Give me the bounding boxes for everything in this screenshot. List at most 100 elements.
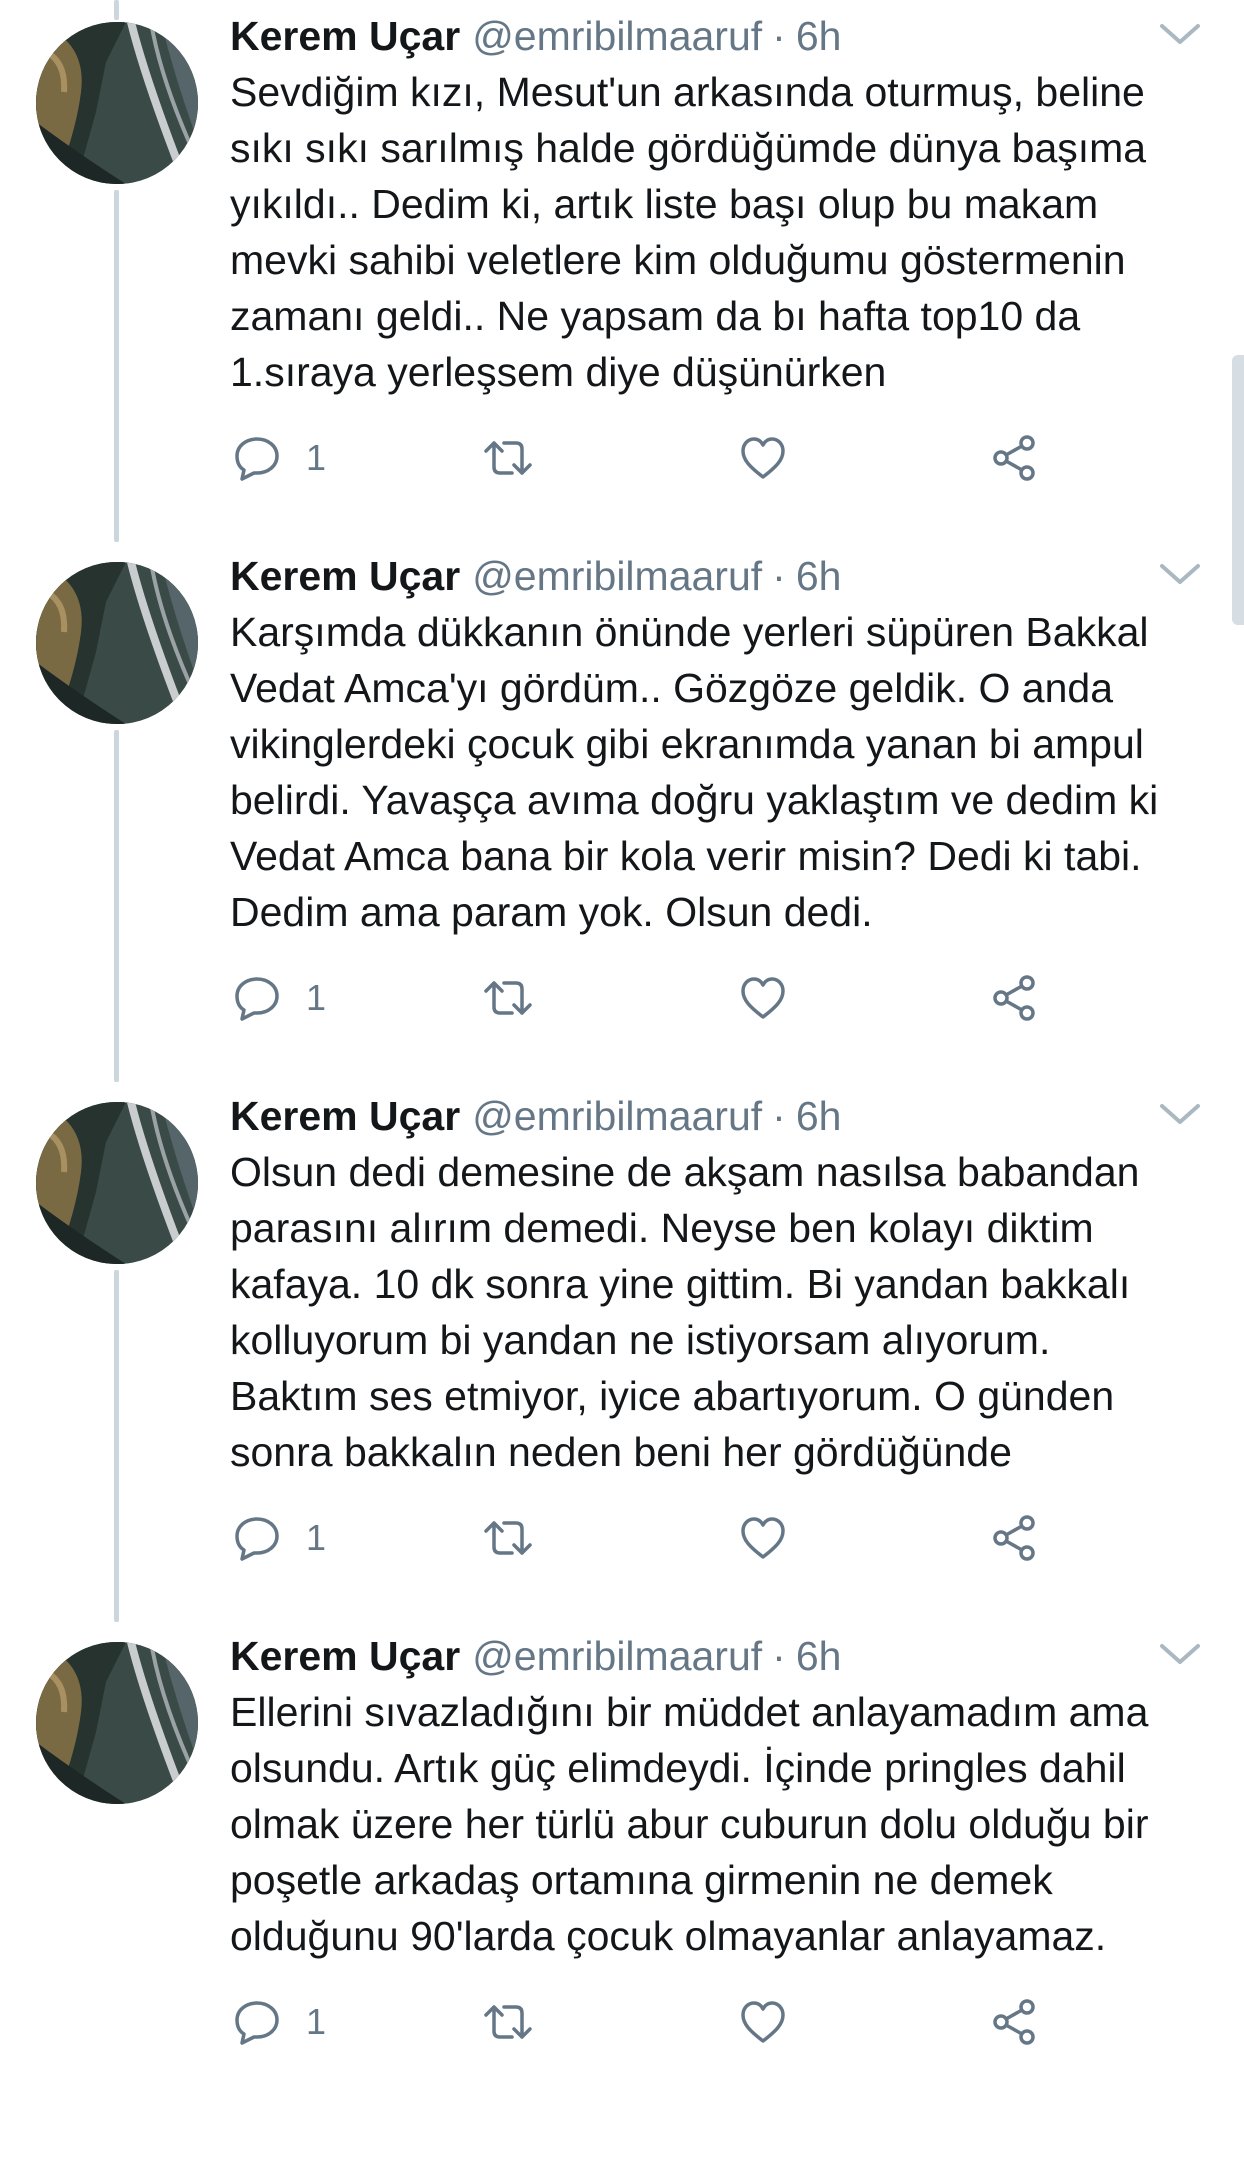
- tweet-actions: 1: [230, 1508, 1130, 1568]
- retweet-button[interactable]: [480, 968, 536, 1028]
- tweet-text-line: poşetle arkadaş ortamına girmenin ne dem…: [230, 1857, 1053, 1903]
- tweet-text-line: 1.sıraya yerleşsem diye düşünürken: [230, 349, 887, 395]
- tweet-text-line: vikinglerdeki çocuk gibi ekranımda yanan…: [230, 721, 1144, 767]
- like-button[interactable]: [738, 1508, 788, 1568]
- author-handle[interactable]: @emribilmaaruf: [472, 8, 762, 64]
- tweet-text-line: kafaya. 10 dk sonra yine gittim. Bi yand…: [230, 1261, 1131, 1307]
- author-name[interactable]: Kerem Uçar: [230, 1628, 460, 1684]
- author-name[interactable]: Kerem Uçar: [230, 1088, 460, 1144]
- separator-dot: ·: [772, 553, 786, 599]
- retweet-icon: [480, 433, 536, 483]
- tweet-header: Kerem Uçar @emribilmaaruf · 6h: [230, 8, 841, 64]
- tweet-text-line: sonra bakkalın neden beni her gördüğünde: [230, 1429, 1012, 1475]
- avatar[interactable]: [36, 1102, 198, 1264]
- retweet-icon: [480, 1513, 536, 1563]
- chevron-down-icon[interactable]: [1158, 20, 1202, 50]
- tweet-text-line: belirdi. Yavaşça avıma doğru yaklaştım v…: [230, 777, 1159, 823]
- tweet-text-line: olduğunu 90'larda çocuk olmayanlar anlay…: [230, 1913, 1107, 1959]
- reply-count: 1: [306, 437, 327, 478]
- scrollbar[interactable]: [1232, 355, 1244, 625]
- heart-icon: [738, 433, 788, 483]
- tweet-text-line: parasını alırım demedi. Neyse ben kolayı…: [230, 1205, 1094, 1251]
- tweet-text-line: Sevdiğim kızı, Mesut'un arkasında oturmu…: [230, 69, 1145, 115]
- reply-button[interactable]: 1: [232, 1508, 326, 1568]
- author-handle[interactable]: @emribilmaaruf: [472, 1628, 762, 1684]
- heart-icon: [738, 1997, 788, 2047]
- avatar[interactable]: [36, 1642, 198, 1804]
- chevron-down-icon[interactable]: [1158, 560, 1202, 590]
- tweet[interactable]: Kerem Uçar @emribilmaaruf · 6h Olsun ded…: [0, 1080, 1244, 1620]
- avatar[interactable]: [36, 22, 198, 184]
- reply-icon: [232, 1997, 282, 2047]
- timestamp[interactable]: 6h: [796, 1628, 842, 1684]
- timestamp[interactable]: 6h: [796, 8, 842, 64]
- tweet-text-line: olsundu. Artık güç elimdeydi. İçinde pri…: [230, 1745, 1126, 1791]
- author-handle[interactable]: @emribilmaaruf: [472, 548, 762, 604]
- reply-count: 1: [306, 977, 327, 1018]
- tweet-header: Kerem Uçar @emribilmaaruf · 6h: [230, 1088, 841, 1144]
- tweet-text-line: Olsun dedi demesine de akşam nasılsa bab…: [230, 1149, 1140, 1195]
- share-icon: [990, 973, 1040, 1023]
- tweet-text-line: sıkı sıkı sarılmış halde gördüğümde düny…: [230, 125, 1147, 171]
- tweet-text-line: Ellerini sıvazladığını bir müddet anlaya…: [230, 1689, 1149, 1735]
- reply-count: 1: [306, 2001, 327, 2042]
- reply-count: 1: [306, 1517, 327, 1558]
- retweet-button[interactable]: [480, 1508, 536, 1568]
- author-name[interactable]: Kerem Uçar: [230, 548, 460, 604]
- reply-icon: [232, 1513, 282, 1563]
- share-button[interactable]: [990, 428, 1040, 488]
- heart-icon: [738, 973, 788, 1023]
- timestamp[interactable]: 6h: [796, 548, 842, 604]
- reply-button[interactable]: 1: [232, 1992, 326, 2052]
- share-button[interactable]: [990, 968, 1040, 1028]
- tweet-actions: 1: [230, 1992, 1130, 2052]
- share-button[interactable]: [990, 1992, 1040, 2052]
- tweet-text: Ellerini sıvazladığını bir müddet anlaya…: [230, 1684, 1220, 1964]
- author-name[interactable]: Kerem Uçar: [230, 8, 460, 64]
- separator-dot: ·: [772, 1633, 786, 1679]
- retweet-button[interactable]: [480, 1992, 536, 2052]
- author-handle[interactable]: @emribilmaaruf: [472, 1088, 762, 1144]
- share-icon: [990, 433, 1040, 483]
- reply-icon: [232, 973, 282, 1023]
- tweet-text-line: Dedim ama param yok. Olsun dedi.: [230, 889, 873, 935]
- tweet-text-line: Karşımda dükkanın önünde yerleri süpüren…: [230, 609, 1149, 655]
- tweet-text-line: Baktım ses etmiyor, iyice abartıyorum. O…: [230, 1373, 1115, 1419]
- tweet-text-line: Vedat Amca'yı gördüm.. Gözgöze geldik. O…: [230, 665, 1114, 711]
- tweet-header: Kerem Uçar @emribilmaaruf · 6h: [230, 548, 841, 604]
- tweet-header: Kerem Uçar @emribilmaaruf · 6h: [230, 1628, 841, 1684]
- tweet[interactable]: Kerem Uçar @emribilmaaruf · 6h Sevdiğim …: [0, 0, 1244, 540]
- tweet-text-line: kolluyorum bi yandan ne istiyorsam alıyo…: [230, 1317, 1051, 1363]
- tweet[interactable]: Kerem Uçar @emribilmaaruf · 6h Ellerini …: [0, 1620, 1244, 2160]
- retweet-icon: [480, 973, 536, 1023]
- retweet-icon: [480, 1997, 536, 2047]
- separator-dot: ·: [772, 1093, 786, 1139]
- separator-dot: ·: [772, 13, 786, 59]
- like-button[interactable]: [738, 968, 788, 1028]
- retweet-button[interactable]: [480, 428, 536, 488]
- heart-icon: [738, 1513, 788, 1563]
- like-button[interactable]: [738, 1992, 788, 2052]
- chevron-down-icon[interactable]: [1158, 1640, 1202, 1670]
- tweet-text-line: zamanı geldi.. Ne yapsam da bı hafta top…: [230, 293, 1081, 339]
- reply-button[interactable]: 1: [232, 968, 326, 1028]
- tweet-text-line: olmak üzere her türlü abur cuburun dolu …: [230, 1801, 1149, 1847]
- tweet-text-line: yıkıldı.. Dedim ki, artık liste başı olu…: [230, 181, 1099, 227]
- chevron-down-icon[interactable]: [1158, 1100, 1202, 1130]
- timestamp[interactable]: 6h: [796, 1088, 842, 1144]
- reply-button[interactable]: 1: [232, 428, 326, 488]
- share-button[interactable]: [990, 1508, 1040, 1568]
- avatar[interactable]: [36, 562, 198, 724]
- tweet-text: Karşımda dükkanın önünde yerleri süpüren…: [230, 604, 1220, 940]
- tweet-text-line: mevki sahibi veletlere kim olduğumu göst…: [230, 237, 1126, 283]
- reply-icon: [232, 433, 282, 483]
- tweet-actions: 1: [230, 968, 1130, 1028]
- share-icon: [990, 1997, 1040, 2047]
- tweet-thread: Kerem Uçar @emribilmaaruf · 6h Sevdiğim …: [0, 0, 1244, 2048]
- tweet[interactable]: Kerem Uçar @emribilmaaruf · 6h Karşımda …: [0, 540, 1244, 1080]
- like-button[interactable]: [738, 428, 788, 488]
- tweet-actions: 1: [230, 428, 1130, 488]
- tweet-text-line: Vedat Amca bana bir kola verir misin? De…: [230, 833, 1142, 879]
- share-icon: [990, 1513, 1040, 1563]
- tweet-text: Olsun dedi demesine de akşam nasılsa bab…: [230, 1144, 1220, 1480]
